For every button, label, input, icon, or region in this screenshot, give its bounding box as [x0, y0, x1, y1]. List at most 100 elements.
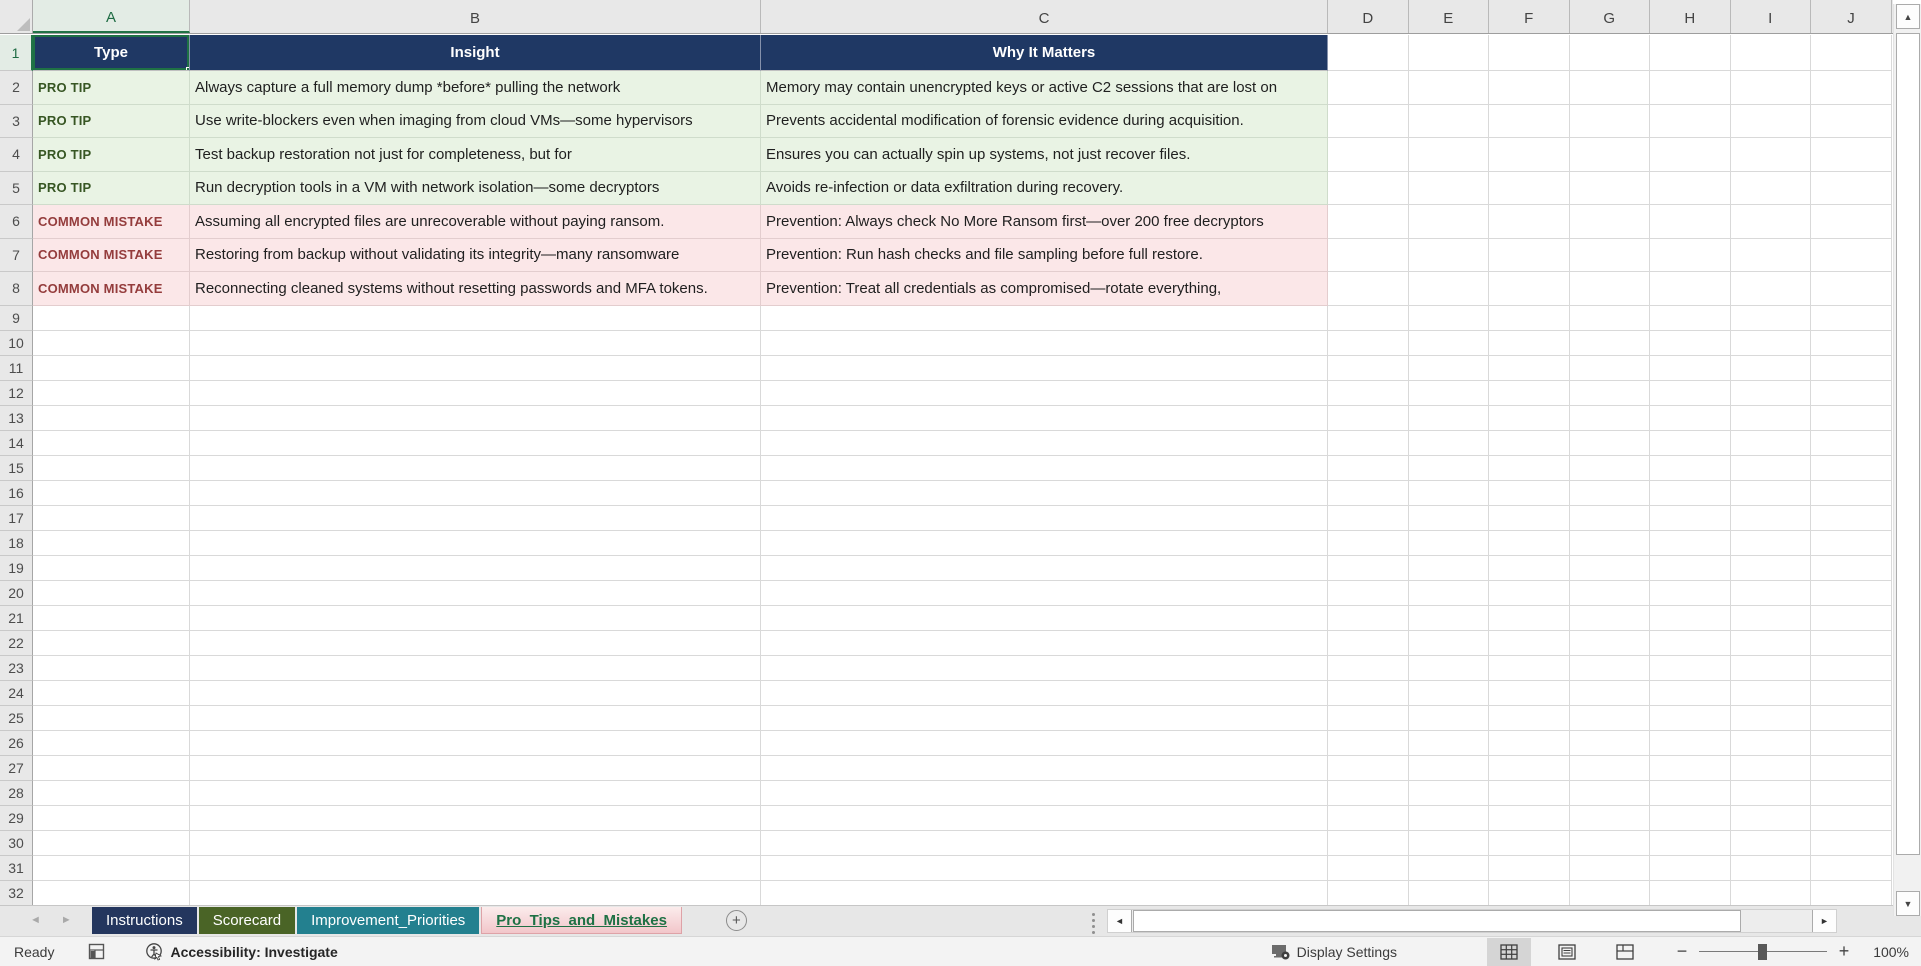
- cell-B28[interactable]: [190, 780, 761, 806]
- cell-D2[interactable]: [1328, 71, 1409, 105]
- cell-I19[interactable]: [1730, 555, 1811, 581]
- cell-I23[interactable]: [1730, 655, 1811, 681]
- cell-I14[interactable]: [1730, 430, 1811, 456]
- cell-J26[interactable]: [1811, 730, 1892, 756]
- cell-A12[interactable]: [33, 380, 190, 406]
- cell-B25[interactable]: [190, 705, 761, 731]
- cell-G20[interactable]: [1569, 580, 1650, 606]
- cell-C3[interactable]: Prevents accidental modification of fore…: [761, 104, 1328, 138]
- cell-B13[interactable]: [190, 405, 761, 431]
- cell-B29[interactable]: [190, 805, 761, 831]
- cell-E5[interactable]: [1408, 171, 1489, 205]
- cell-E25[interactable]: [1408, 705, 1489, 731]
- cell-D20[interactable]: [1328, 580, 1409, 606]
- row-header-31[interactable]: 31: [0, 855, 33, 881]
- cell-H4[interactable]: [1650, 138, 1731, 172]
- cell-A23[interactable]: [33, 655, 190, 681]
- row-header-8[interactable]: 8: [0, 272, 33, 306]
- cell-E17[interactable]: [1408, 505, 1489, 531]
- cell-A31[interactable]: [33, 855, 190, 881]
- cell-D29[interactable]: [1328, 805, 1409, 831]
- cell-G32[interactable]: [1569, 880, 1650, 905]
- row-header-32[interactable]: 32: [0, 880, 33, 905]
- cell-B16[interactable]: [190, 480, 761, 506]
- cell-C10[interactable]: [761, 330, 1328, 356]
- cell-H17[interactable]: [1650, 505, 1731, 531]
- cell-F1[interactable]: [1489, 35, 1570, 71]
- cell-A25[interactable]: [33, 705, 190, 731]
- cell-C28[interactable]: [761, 780, 1328, 806]
- cell-I9[interactable]: [1730, 305, 1811, 331]
- cell-I6[interactable]: [1730, 205, 1811, 239]
- cell-E12[interactable]: [1408, 380, 1489, 406]
- cell-F18[interactable]: [1489, 530, 1570, 556]
- cell-G7[interactable]: [1569, 238, 1650, 272]
- cell-G22[interactable]: [1569, 630, 1650, 656]
- cell-F25[interactable]: [1489, 705, 1570, 731]
- cell-I18[interactable]: [1730, 530, 1811, 556]
- fill-handle[interactable]: [186, 67, 189, 70]
- cell-I32[interactable]: [1730, 880, 1811, 905]
- cell-A11[interactable]: [33, 355, 190, 381]
- cell-F31[interactable]: [1489, 855, 1570, 881]
- cell-I11[interactable]: [1730, 355, 1811, 381]
- cell-A6[interactable]: COMMON MISTAKE: [33, 205, 190, 239]
- cell-C30[interactable]: [761, 830, 1328, 856]
- cell-D21[interactable]: [1328, 605, 1409, 631]
- cell-A4[interactable]: PRO TIP: [33, 138, 190, 172]
- row-header-13[interactable]: 13: [0, 405, 33, 431]
- cell-A26[interactable]: [33, 730, 190, 756]
- cell-C14[interactable]: [761, 430, 1328, 456]
- cell-I28[interactable]: [1730, 780, 1811, 806]
- row-header-4[interactable]: 4: [0, 138, 33, 172]
- cell-B15[interactable]: [190, 455, 761, 481]
- cell-J31[interactable]: [1811, 855, 1892, 881]
- cell-A29[interactable]: [33, 805, 190, 831]
- cell-A20[interactable]: [33, 580, 190, 606]
- cell-H30[interactable]: [1650, 830, 1731, 856]
- cell-I7[interactable]: [1730, 238, 1811, 272]
- cell-A24[interactable]: [33, 680, 190, 706]
- cell-A15[interactable]: [33, 455, 190, 481]
- cell-C13[interactable]: [761, 405, 1328, 431]
- cell-J30[interactable]: [1811, 830, 1892, 856]
- cell-I3[interactable]: [1730, 104, 1811, 138]
- row-header-18[interactable]: 18: [0, 530, 33, 556]
- cell-F13[interactable]: [1489, 405, 1570, 431]
- cell-C19[interactable]: [761, 555, 1328, 581]
- cell-E30[interactable]: [1408, 830, 1489, 856]
- row-header-5[interactable]: 5: [0, 171, 33, 205]
- cell-D26[interactable]: [1328, 730, 1409, 756]
- scroll-up-button[interactable]: ▲: [1896, 4, 1920, 29]
- prev-sheet-arrow-icon[interactable]: ◄: [30, 914, 41, 926]
- cell-A8[interactable]: COMMON MISTAKE: [33, 272, 190, 306]
- zoom-slider[interactable]: [1699, 943, 1827, 961]
- cell-H20[interactable]: [1650, 580, 1731, 606]
- cell-B9[interactable]: [190, 305, 761, 331]
- cell-G9[interactable]: [1569, 305, 1650, 331]
- cell-B12[interactable]: [190, 380, 761, 406]
- cell-C7[interactable]: Prevention: Run hash checks and file sam…: [761, 238, 1328, 272]
- cell-H3[interactable]: [1650, 104, 1731, 138]
- cell-B6[interactable]: Assuming all encrypted files are unrecov…: [190, 205, 761, 239]
- cell-C21[interactable]: [761, 605, 1328, 631]
- cell-H7[interactable]: [1650, 238, 1731, 272]
- cell-G18[interactable]: [1569, 530, 1650, 556]
- cell-I4[interactable]: [1730, 138, 1811, 172]
- column-header-H[interactable]: H: [1650, 0, 1731, 33]
- cell-H27[interactable]: [1650, 755, 1731, 781]
- row-header-7[interactable]: 7: [0, 238, 33, 272]
- cell-D27[interactable]: [1328, 755, 1409, 781]
- cell-I10[interactable]: [1730, 330, 1811, 356]
- cell-C17[interactable]: [761, 505, 1328, 531]
- cell-J21[interactable]: [1811, 605, 1892, 631]
- column-header-G[interactable]: G: [1570, 0, 1650, 33]
- cell-B1[interactable]: Insight: [190, 35, 761, 71]
- horizontal-scroll-thumb[interactable]: [1132, 910, 1741, 932]
- cell-G14[interactable]: [1569, 430, 1650, 456]
- row-header-2[interactable]: 2: [0, 71, 33, 105]
- zoom-out-button[interactable]: −: [1675, 941, 1689, 962]
- cell-G4[interactable]: [1569, 138, 1650, 172]
- cell-G25[interactable]: [1569, 705, 1650, 731]
- row-header-22[interactable]: 22: [0, 630, 33, 656]
